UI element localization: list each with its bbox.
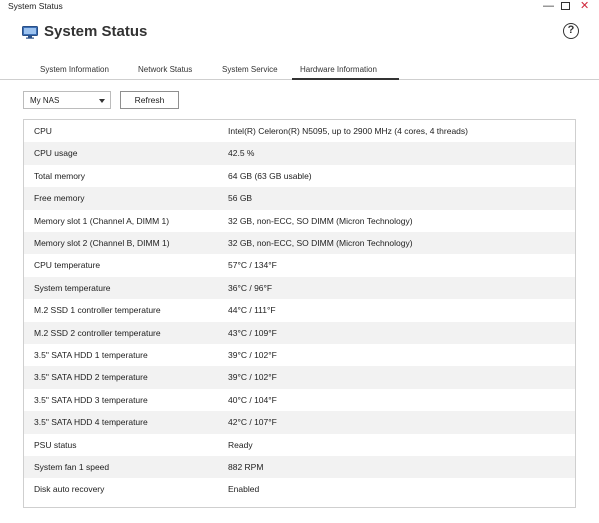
tab-network-status[interactable]: Network Status <box>130 65 200 80</box>
table-row: 3.5" SATA HDD 4 temperature 42°C / 107°F <box>24 411 575 434</box>
row-label: 3.5" SATA HDD 3 temperature <box>34 394 148 405</box>
table-row: M.2 SSD 2 controller temperature 43°C / 1… <box>24 321 575 344</box>
row-label: M.2 SSD 2 controller temperature <box>34 327 161 338</box>
table-row: CPU temperature 57°C / 134°F <box>24 254 575 276</box>
row-value: 40°C / 104°F <box>228 394 277 405</box>
row-value: 32 GB, non-ECC, SO DIMM (Micron Technolo… <box>228 238 413 248</box>
table-row: M.2 SSD 1 controller temperature 44°C / 1… <box>24 299 575 321</box>
maximize-icon <box>561 2 570 10</box>
tab-system-information[interactable]: System Information <box>32 65 117 80</box>
window-titlebar: System Status — ✕ <box>0 0 599 14</box>
row-label: CPU temperature <box>34 260 101 271</box>
row-value: 64 GB (63 GB usable) <box>228 170 312 181</box>
row-value: 36°C / 96°F <box>228 282 273 293</box>
row-value: 32 GB, non-ECC, SO DIMM (Micron Technolo… <box>228 215 413 226</box>
refresh-button[interactable]: Refresh <box>120 91 179 109</box>
row-label: Memory slot 2 (Channel B, DIMM 1) <box>34 238 170 248</box>
row-label: CPU <box>34 126 52 136</box>
row-value: 42°C / 107°F <box>228 417 277 428</box>
table-row: PSU status Ready <box>24 434 575 456</box>
row-value: 43°C / 109°F <box>228 327 277 338</box>
page-title: System Status <box>44 23 148 40</box>
row-value: 56 GB <box>228 193 253 204</box>
tab-bar: System Information Network Status System… <box>0 62 599 80</box>
tab-system-service[interactable]: System Service <box>214 65 286 80</box>
tab-hardware-information[interactable]: Hardware Information <box>292 65 399 80</box>
table-row: 3.5" SATA HDD 2 temperature 39°C / 102°F <box>24 366 575 389</box>
row-value: 44°C / 111°F <box>228 305 276 316</box>
table-row: Memory slot 1 (Channel A, DIMM 1) 32 GB, … <box>24 210 575 232</box>
row-value: 882 RPM <box>228 462 264 472</box>
monitor-icon <box>22 26 38 39</box>
device-select[interactable]: My NAS <box>23 91 111 109</box>
window-title: System Status <box>8 1 63 11</box>
row-label: 3.5" SATA HDD 4 temperature <box>34 417 148 428</box>
row-value: Intel(R) Celeron(R) N5095, up to 2900 MH… <box>228 126 468 136</box>
table-row: Memory slot 2 (Channel B, DIMM 1) 32 GB, … <box>24 232 575 255</box>
row-label: PSU status <box>34 439 77 450</box>
row-label: M.2 SSD 1 controller temperature <box>34 305 161 316</box>
table-row: 3.5" SATA HDD 3 temperature 40°C / 104°F <box>24 389 575 411</box>
row-value: 39°C / 102°F <box>228 372 277 383</box>
maximize-button[interactable] <box>561 0 570 14</box>
help-icon[interactable]: ? <box>563 23 579 39</box>
table-row: CPU Intel(R) Celeron(R) N5095, up to 2900… <box>24 120 575 142</box>
table-row: Free memory 56 GB <box>24 187 575 210</box>
minimize-button[interactable]: — <box>543 0 554 13</box>
hardware-info-table: CPU Intel(R) Celeron(R) N5095, up to 2900… <box>23 119 576 508</box>
row-label: System temperature <box>34 282 111 293</box>
row-value: 39°C / 102°F <box>228 350 277 360</box>
row-label: System fan 1 speed <box>34 462 110 472</box>
row-label: 3.5" SATA HDD 2 temperature <box>34 372 148 383</box>
device-select-value: My NAS <box>30 96 60 105</box>
table-row: Total memory 64 GB (63 GB usable) <box>24 165 575 187</box>
row-label: Memory slot 1 (Channel A, DIMM 1) <box>34 215 170 226</box>
row-value: 42.5 % <box>228 148 255 159</box>
row-label: Free memory <box>34 193 85 204</box>
row-label: CPU usage <box>34 148 78 159</box>
row-value: Ready <box>228 439 253 450</box>
close-button[interactable]: ✕ <box>580 0 589 13</box>
table-row: System fan 1 speed 882 RPM <box>24 456 575 479</box>
table-row: System temperature 36°C / 96°F <box>24 276 575 300</box>
row-value: Enabled <box>228 484 260 495</box>
app-header: System Status ? <box>0 14 599 52</box>
chevron-down-icon <box>99 99 105 103</box>
row-label: Total memory <box>34 170 86 181</box>
table-row: Disk auto recovery Enabled <box>24 478 575 500</box>
row-value: 57°C / 134°F <box>228 260 277 271</box>
row-label: 3.5" SATA HDD 1 temperature <box>34 350 148 360</box>
table-row: CPU usage 42.5 % <box>24 142 575 165</box>
row-label: Disk auto recovery <box>34 484 105 495</box>
table-row: 3.5" SATA HDD 1 temperature 39°C / 102°F <box>24 344 575 366</box>
